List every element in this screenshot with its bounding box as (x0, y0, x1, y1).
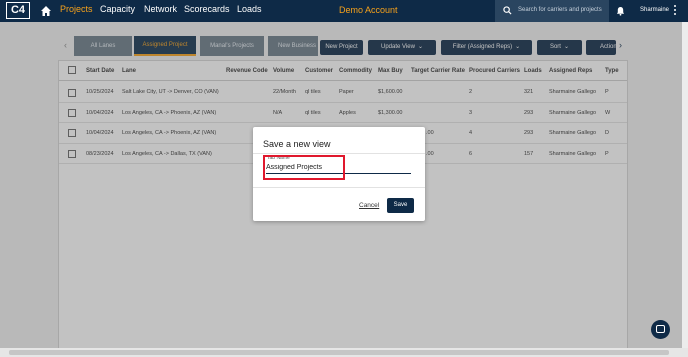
dialog-divider (253, 153, 425, 154)
nav-projects[interactable]: Projects (60, 4, 93, 14)
bell-icon[interactable] (616, 6, 625, 16)
cancel-button[interactable]: Cancel (359, 202, 379, 209)
save-view-dialog: Save a new view Tab Name Cancel Save (253, 127, 425, 221)
home-icon[interactable] (40, 5, 52, 17)
search-placeholder: Search for carriers and projects (518, 7, 602, 13)
nav-loads[interactable]: Loads (237, 4, 262, 14)
dialog-divider (253, 187, 425, 188)
chat-icon (656, 325, 665, 333)
nav-network[interactable]: Network (144, 4, 177, 14)
dialog-title: Save a new view (263, 139, 331, 149)
vertical-scrollbar[interactable] (682, 22, 688, 348)
save-button[interactable]: Save (387, 198, 414, 213)
search-icon (503, 6, 512, 15)
c4-logo[interactable]: C4 (6, 2, 30, 19)
user-name[interactable]: Sharmaine (640, 7, 669, 13)
more-options-icon[interactable] (674, 5, 677, 17)
horizontal-scroll-thumb[interactable] (9, 350, 669, 355)
chat-button[interactable] (651, 320, 670, 339)
nav-scorecards[interactable]: Scorecards (184, 4, 230, 14)
nav-capacity[interactable]: Capacity (100, 4, 135, 14)
top-nav-bar: C4 Projects Capacity Network Scorecards … (0, 0, 688, 22)
global-search[interactable]: Search for carriers and projects (495, 0, 609, 22)
tab-name-input[interactable] (266, 162, 411, 174)
tab-name-label: Tab Name (267, 155, 290, 161)
demo-account-label: Demo Account (339, 5, 398, 15)
